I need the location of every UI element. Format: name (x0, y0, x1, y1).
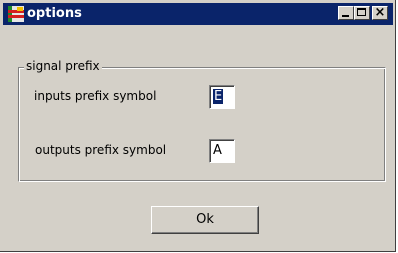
ok-button[interactable]: Ok (151, 206, 259, 234)
inputs-prefix-field[interactable]: E (209, 85, 235, 109)
close-button[interactable]: × (372, 5, 388, 20)
app-icon[interactable] (8, 6, 24, 22)
title-bar[interactable]: options × (3, 3, 393, 25)
outputs-prefix-field[interactable]: A (209, 139, 235, 163)
outputs-prefix-label: outputs prefix symbol (35, 143, 167, 157)
options-dialog: options × signal prefix inputs prefix sy… (0, 0, 396, 252)
group-legend: signal prefix (24, 57, 102, 75)
inputs-prefix-label: inputs prefix symbol (34, 89, 157, 103)
maximize-button[interactable] (354, 6, 370, 20)
minimize-button[interactable] (338, 6, 354, 20)
window-title: options (27, 6, 82, 21)
inputs-prefix-value: E (213, 89, 224, 104)
close-icon: × (374, 5, 386, 20)
minimize-icon (342, 15, 349, 17)
maximize-icon (357, 8, 366, 16)
signal-prefix-group (18, 67, 386, 182)
